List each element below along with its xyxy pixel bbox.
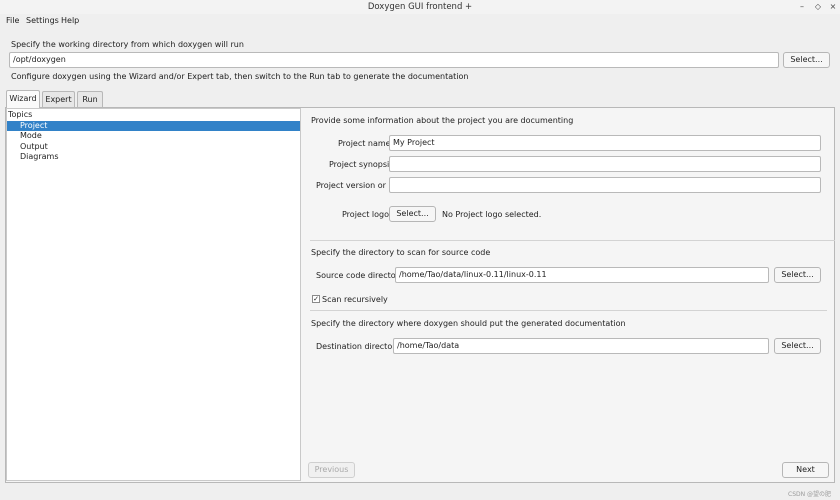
checkmark-icon: ✓ <box>313 295 319 303</box>
source-intro: Specify the directory to scan for source… <box>311 248 491 257</box>
menu-file[interactable]: File <box>6 16 19 25</box>
working-dir-select-button[interactable]: Select... <box>783 52 830 68</box>
project-name-label: Project name: <box>338 139 394 148</box>
scan-recursively-label: Scan recursively <box>322 295 388 304</box>
menu-help[interactable]: Help <box>61 16 79 25</box>
project-name-input[interactable]: My Project <box>389 135 821 151</box>
topic-project[interactable]: Project <box>7 121 300 131</box>
section-divider <box>310 240 835 241</box>
destination-dir-label: Destination directory: <box>316 342 403 351</box>
watermark: CSDN @望の肥 <box>788 491 832 498</box>
project-version-input[interactable] <box>389 177 821 193</box>
maximize-icon[interactable]: ◇ <box>811 1 825 13</box>
menu-settings[interactable]: Settings <box>26 16 59 25</box>
destination-dir-select-button[interactable]: Select... <box>774 338 821 354</box>
project-logo-label: Project logo: <box>342 210 392 219</box>
next-button[interactable]: Next <box>782 462 829 478</box>
tab-run[interactable]: Run <box>77 91 103 107</box>
project-synopsis-label: Project synopsis: <box>329 160 397 169</box>
tab-wizard[interactable]: Wizard <box>6 90 40 108</box>
destination-intro: Specify the directory where doxygen shou… <box>311 319 626 328</box>
config-hint: Configure doxygen using the Wizard and/o… <box>11 72 469 81</box>
destination-dir-input[interactable]: /home/Tao/data <box>393 338 769 354</box>
project-logo-select-button[interactable]: Select... <box>389 206 436 222</box>
topics-header: Topics <box>8 110 33 119</box>
source-dir-input[interactable]: /home/Tao/data/linux-0.11/linux-0.11 <box>395 267 769 283</box>
working-dir-input[interactable]: /opt/doxygen <box>9 52 779 68</box>
topic-diagrams[interactable]: Diagrams <box>7 152 300 162</box>
tab-expert[interactable]: Expert <box>42 91 75 107</box>
topics-tree <box>6 108 301 481</box>
source-dir-select-button[interactable]: Select... <box>774 267 821 283</box>
topic-mode[interactable]: Mode <box>7 131 300 141</box>
working-dir-prompt: Specify the working directory from which… <box>11 40 244 49</box>
previous-button[interactable]: Previous <box>308 462 355 478</box>
project-version-label: Project version or id: <box>316 181 399 190</box>
menu-bar <box>0 14 840 28</box>
section-divider <box>310 310 827 311</box>
minimize-icon[interactable]: – <box>795 1 809 13</box>
project-logo-status: No Project logo selected. <box>442 210 542 219</box>
project-synopsis-input[interactable] <box>389 156 821 172</box>
project-intro: Provide some information about the proje… <box>311 116 574 125</box>
scan-recursively-checkbox[interactable]: ✓ <box>312 295 320 303</box>
source-dir-label: Source code directory: <box>316 271 406 280</box>
window-title: Doxygen GUI frontend + <box>367 2 473 12</box>
topic-output[interactable]: Output <box>7 142 300 152</box>
close-icon[interactable]: × <box>826 1 840 13</box>
